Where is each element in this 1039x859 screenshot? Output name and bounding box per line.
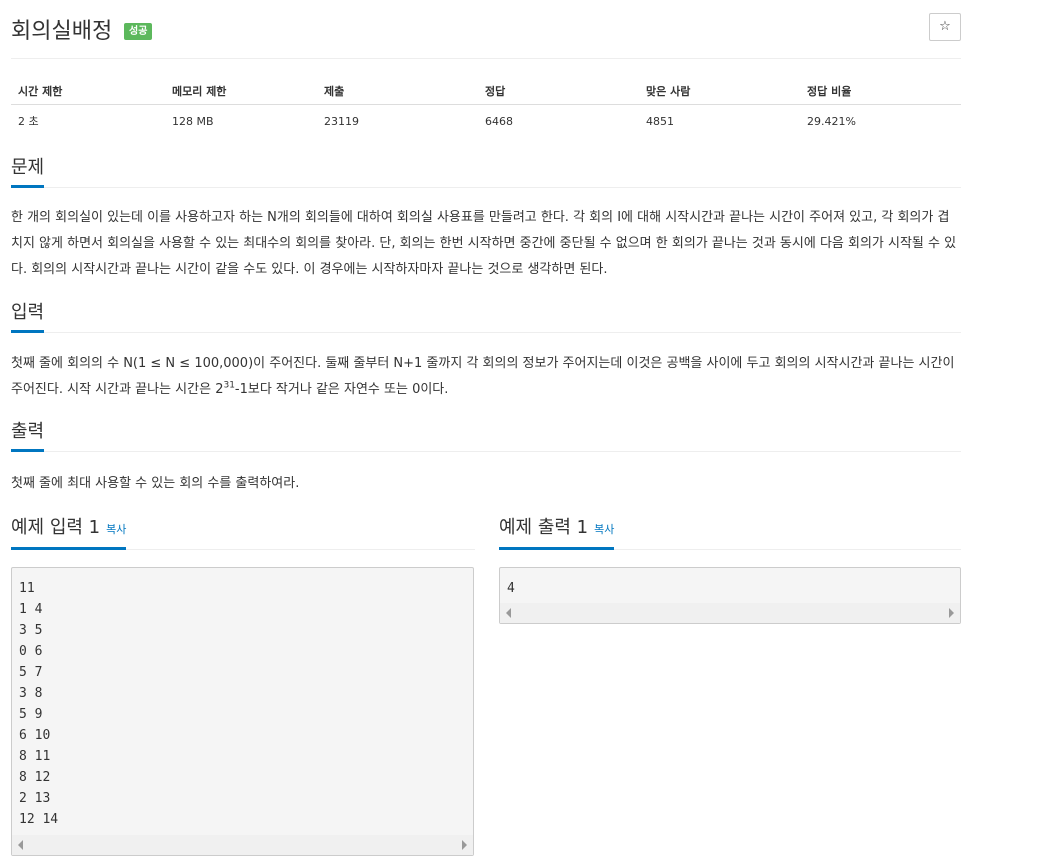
header-submissions: 제출 — [317, 78, 478, 105]
submissions-value: 23119 — [324, 114, 359, 128]
code-line: 2 13 — [19, 791, 51, 806]
problem-description: 한 개의 회의실이 있는데 이를 사용하고자 하는 N개의 회의들에 대하여 회… — [11, 210, 957, 277]
sample-output-box[interactable]: 4 — [499, 567, 961, 624]
horizontal-scrollbar[interactable] — [500, 603, 960, 623]
accepted-value: 6468 — [485, 114, 513, 128]
code-line: 12 14 — [19, 812, 59, 827]
problem-heading: 문제 — [11, 157, 45, 188]
sample-output-lines: 4 — [500, 568, 960, 599]
accept-ratio-value: 29.421% — [807, 114, 856, 128]
code-line: 5 9 — [19, 707, 43, 722]
sample-output-heading: 예제 출력 1 복사 — [499, 517, 615, 550]
sample-input-lines: 11 1 4 3 5 0 6 5 7 3 8 5 9 6 10 8 11 8 12 2 13 12 1… — [12, 568, 473, 830]
output-heading: 출력 — [11, 421, 45, 452]
input-heading: 입력 — [11, 302, 45, 333]
star-icon: ☆ — [939, 19, 951, 34]
code-line: 6 10 — [19, 728, 51, 743]
problem-section-header: 문제 — [11, 157, 961, 188]
memory-limit-value: 128 MB — [172, 114, 214, 128]
problem-header: 회의실배정 성공 ☆ — [11, 11, 961, 45]
input-exponent: 31 — [223, 380, 235, 391]
time-limit-value: 2 초 — [18, 115, 39, 128]
scroll-left-icon[interactable] — [18, 840, 23, 850]
input-text-part2: -1보다 작거나 같은 자연수 또는 0이다. — [234, 382, 449, 397]
code-line: 3 8 — [19, 686, 43, 701]
solved-users-value: 4851 — [646, 114, 674, 128]
problem-title: 회의실배정 — [11, 19, 113, 44]
code-line: 5 7 — [19, 665, 43, 680]
code-line: 8 11 — [19, 749, 51, 764]
code-line: 11 — [19, 581, 35, 596]
table-header-row: 시간 제한 메모리 제한 제출 정답 맞은 사람 정답 비율 — [11, 78, 961, 105]
sample-input-header: 예제 입력 1 복사 — [11, 517, 475, 550]
copy-output-button[interactable]: 복사 — [594, 523, 614, 536]
sample-input-title: 예제 입력 1 — [11, 517, 101, 538]
header-time-limit: 시간 제한 — [11, 78, 165, 105]
copy-input-button[interactable]: 복사 — [106, 523, 126, 536]
code-line: 3 5 — [19, 623, 43, 638]
header-memory-limit: 메모리 제한 — [165, 78, 317, 105]
scroll-right-icon[interactable] — [949, 608, 954, 618]
code-line: 4 — [507, 581, 515, 596]
input-description: 첫째 줄에 회의의 수 N(1 ≤ N ≤ 100,000)이 주어진다. 둘째… — [11, 351, 961, 403]
input-text-part1: 첫째 줄에 회의의 수 N(1 ≤ N ≤ 100,000)이 주어진다. 둘째… — [11, 356, 955, 397]
header-accept-ratio: 정답 비율 — [800, 78, 961, 105]
scroll-left-icon[interactable] — [506, 608, 511, 618]
header-solved-users: 맞은 사람 — [639, 78, 800, 105]
code-line: 8 12 — [19, 770, 51, 785]
output-description: 첫째 줄에 최대 사용할 수 있는 회의 수를 출력하여라. — [11, 476, 300, 491]
input-section-header: 입력 — [11, 302, 961, 333]
sample-input-box[interactable]: 11 1 4 3 5 0 6 5 7 3 8 5 9 6 10 8 11 8 12 2 13 12 1… — [11, 567, 474, 856]
status-badge: 성공 — [124, 23, 153, 40]
code-line: 1 4 — [19, 602, 43, 617]
problem-info-table: 시간 제한 메모리 제한 제출 정답 맞은 사람 정답 비율 2 초 128 M… — [11, 78, 961, 137]
header-accepted: 정답 — [478, 78, 639, 105]
sample-output-title: 예제 출력 1 — [499, 517, 589, 538]
star-button[interactable]: ☆ — [929, 13, 961, 41]
code-line: 0 6 — [19, 644, 43, 659]
output-section-header: 출력 — [11, 421, 961, 452]
sample-input-heading: 예제 입력 1 복사 — [11, 517, 127, 550]
header-divider — [11, 58, 961, 59]
sample-output-header: 예제 출력 1 복사 — [499, 517, 961, 550]
horizontal-scrollbar[interactable] — [12, 835, 473, 855]
scroll-right-icon[interactable] — [462, 840, 467, 850]
table-row: 2 초 128 MB 23119 6468 4851 29.421% — [11, 105, 961, 138]
